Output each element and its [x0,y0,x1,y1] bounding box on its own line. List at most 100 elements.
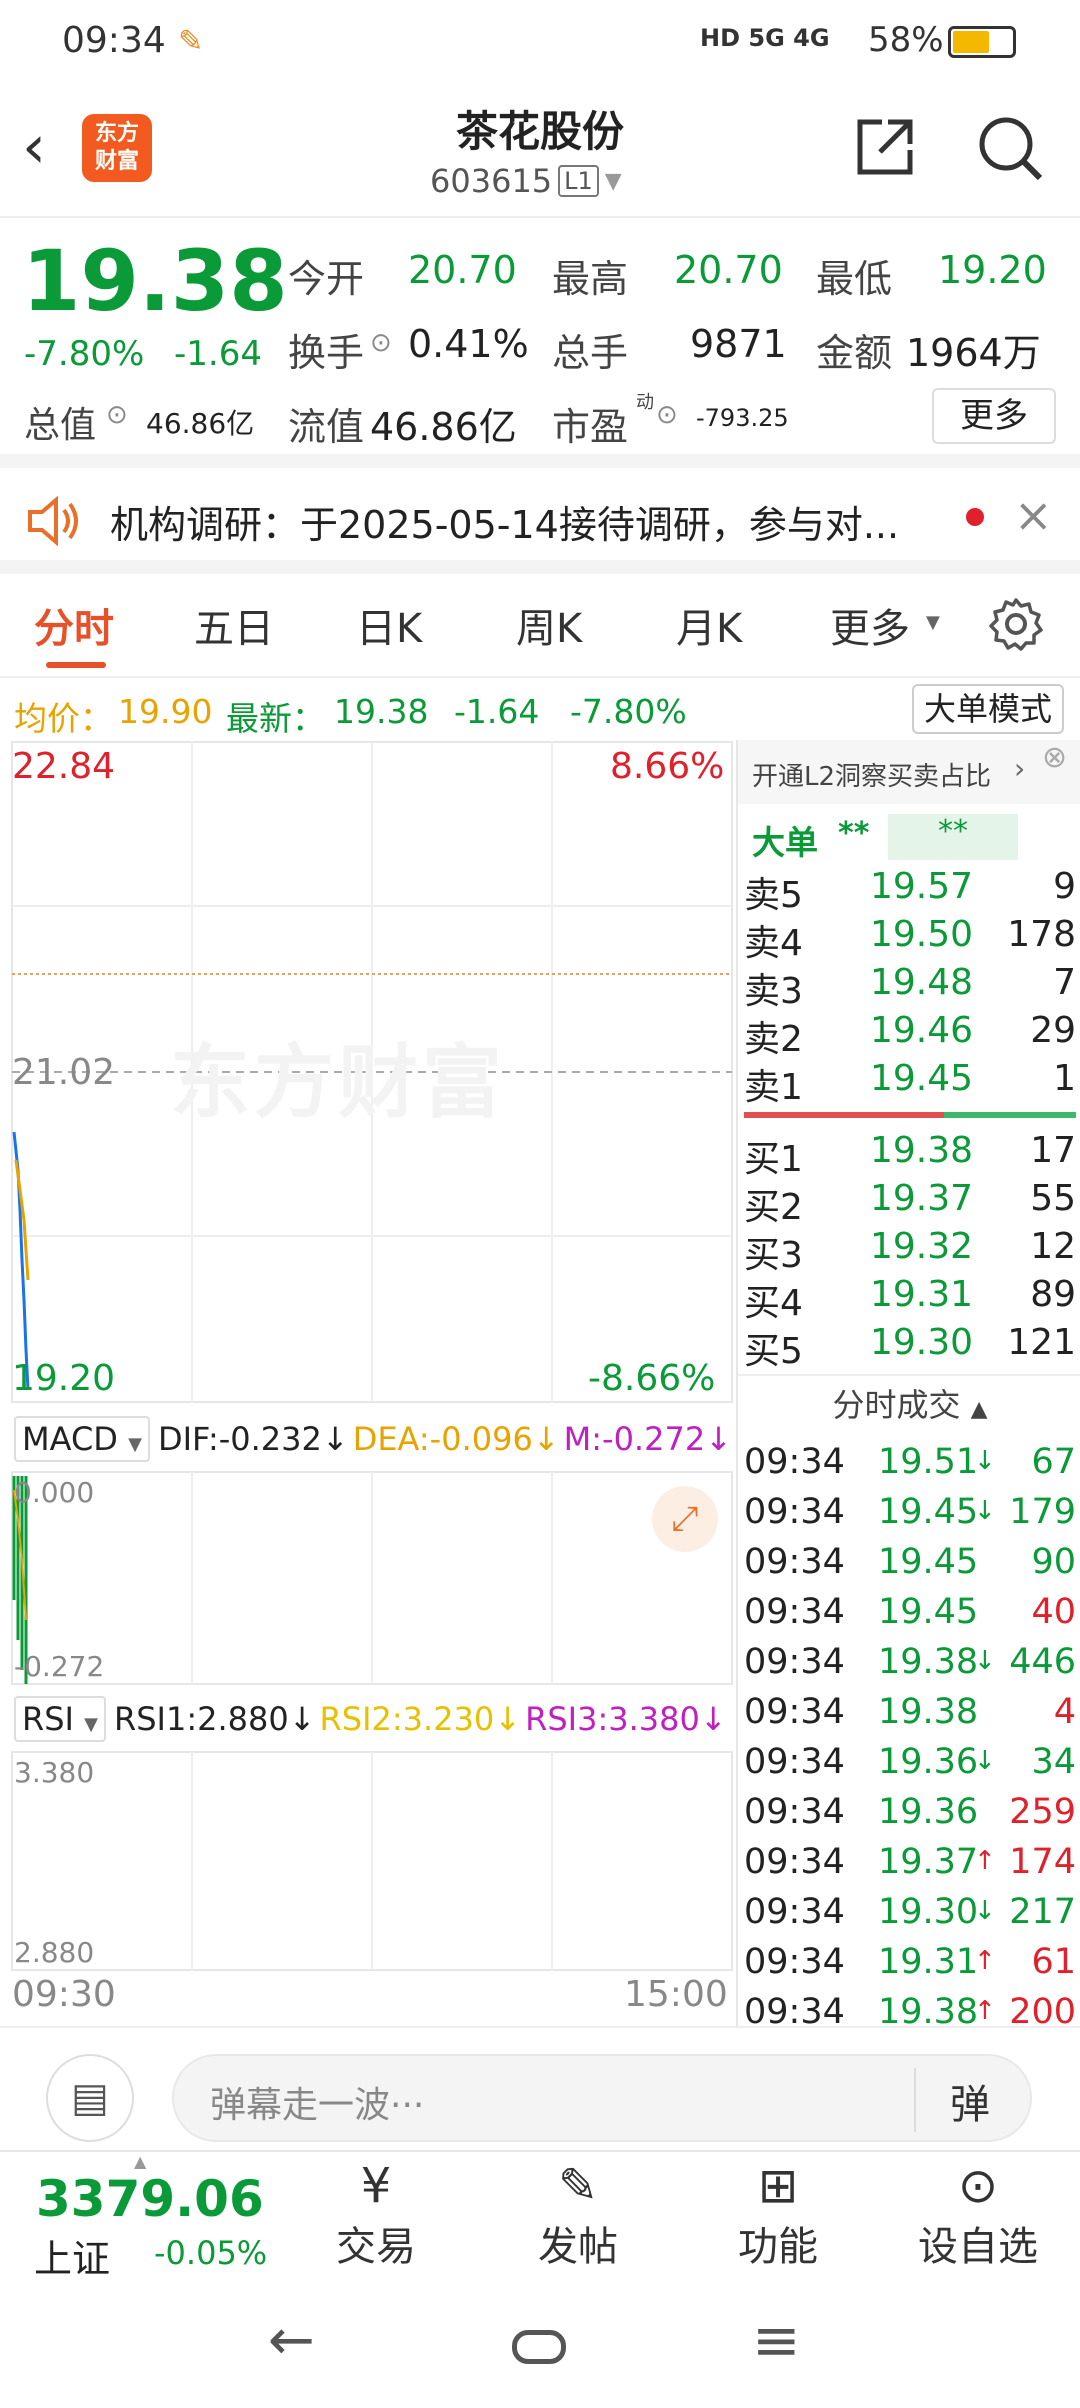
tick-row: 09:34 19.37 ↑ 174 [738,1842,1080,1892]
system-back-icon[interactable]: ← [268,2308,315,2373]
tick-volume: 174 [1009,1842,1076,1882]
tick-time: 09:34 [744,1742,845,1782]
tick-row: 09:34 19.45 90 [738,1542,1080,1592]
intraday-chart[interactable]: 22.84 8.66% 21.02 东方财富 19.20 -8.66% MACD… [0,740,736,2026]
ask-row-3: 卖3 19.48 7 [738,962,1080,1012]
nav-post[interactable]: ✎ 发帖 [508,2152,648,2272]
rsi-axis-top: 3.380 [14,1756,95,1789]
ask-volume: 9 [1053,866,1076,907]
chart-tabs: 分时 五日 日K 周K 月K 更多 ▼ [0,574,1080,678]
tab-timeshare[interactable]: 分时 [34,596,114,654]
index-ticker[interactable]: ▲ 3379.06 上证 -0.05% [0,2152,300,2282]
ask-row-4: 卖4 19.50 178 [738,914,1080,964]
tick-direction-icon: ↓ [974,1646,996,1676]
watermark: 东方财富 [170,1036,506,1129]
tab-more[interactable]: 更多 [830,596,910,654]
search-icon[interactable] [974,112,1046,184]
quote-panel: 19.38 -7.80% -1.64 今开 20.70 最高 20.70 最低 … [0,218,1080,468]
amount-label: 金额 [816,331,893,375]
battery-percent: 58% [868,20,944,60]
notice-bar[interactable]: 机构调研：于2025-05-14接待调研，参与对... × [0,468,1080,574]
pct-axis-top: 8.66% [610,746,725,787]
nav-post-label: 发帖 [538,2224,618,2270]
share-icon[interactable] [852,114,918,180]
sell-ratio-bar [744,1112,944,1118]
ticks-title[interactable]: 分时成交 ▲ [738,1380,1080,1426]
ask-price: 19.48 [870,962,974,1003]
ask-row-2: 卖2 19.46 29 [738,1010,1080,1060]
ask-volume: 1 [1053,1058,1076,1099]
tick-volume: 90 [1031,1542,1076,1582]
pe-value: -793.25 [696,404,789,432]
volume-label: 总手 [552,331,629,375]
big-order-v1: ** [838,816,870,851]
tick-price: 19.45 [878,1592,979,1632]
tick-volume: 179 [1009,1492,1076,1532]
tick-volume: 61 [1031,1942,1076,1982]
tab-day-k[interactable]: 日K [356,596,422,654]
trade-icon: ¥ [360,2158,392,2214]
macd-selector[interactable]: MACD ▼ [14,1416,150,1462]
bid-row-2: 买2 19.37 55 [738,1178,1080,1228]
expand-icon[interactable]: ⤢ [652,1486,718,1552]
open-label: 今开 [288,257,365,301]
chevron-right-icon: › [1014,752,1026,785]
stock-code-row[interactable]: 603615 L1 ▼ [430,162,622,200]
danmu-settings-icon[interactable]: ▤ [46,2054,134,2142]
system-home-icon[interactable] [512,2330,566,2364]
info-icon[interactable]: ⊙ [656,400,678,430]
bid-volume: 12 [1030,1226,1076,1267]
bid-volume: 17 [1030,1130,1076,1171]
tick-volume: 67 [1031,1442,1076,1482]
nav-trade[interactable]: ¥ 交易 [306,2152,446,2272]
more-button[interactable]: 更多 [932,388,1056,444]
divider [914,2068,916,2132]
big-order-mode-button[interactable]: 大单模式 [912,684,1064,734]
macd-dif: DIF:-0.232 [157,1420,322,1458]
notice-text: 机构调研：于2025-05-14接待调研，参与对... [110,503,900,547]
open-value: 20.70 [408,248,517,292]
status-time: 09:34 [62,20,166,61]
ask-label: 卖1 [744,1067,803,1108]
more-dots-icon: ⊙ [957,2158,999,2214]
tick-row: 09:34 19.38 ↓ 446 [738,1642,1080,1692]
macd-axis-top: 0.000 [14,1476,95,1509]
signal-icons: HD 5G 4G [700,24,830,52]
tick-time: 09:34 [744,1592,845,1632]
avg-price-bar: 均价： 19.90 最新： 19.38 -1.64 -7.80% 大单模式 [0,680,1080,740]
rsi-selector[interactable]: RSI ▼ [14,1696,106,1742]
danmu-toggle[interactable]: 弹 [950,2072,990,2130]
bid-label: 买1 [744,1139,803,1180]
tick-time: 09:34 [744,1842,845,1882]
tab-week-k[interactable]: 周K [516,596,582,654]
tick-time: 09:34 [744,1892,845,1932]
latest-label: 最新： [226,699,325,738]
system-nav-bar: ← ≡ [0,2280,1080,2408]
nav-trade-label: 交易 [336,2224,416,2270]
nav-functions[interactable]: ⊞ 功能 [708,2152,848,2272]
high-value: 20.70 [674,248,783,292]
tab-month-k[interactable]: 月K [676,596,742,654]
info-icon[interactable]: ⊙ [370,328,392,358]
tick-price: 19.31 [878,1942,979,1982]
tick-price: 19.51 [878,1442,979,1482]
ask-price: 19.50 [870,914,974,955]
tab-indicator [46,662,106,668]
ask-label: 卖3 [744,971,803,1012]
system-menu-icon[interactable]: ≡ [752,2306,801,2374]
comment-input[interactable]: 弹幕走一波··· 弹 [172,2054,1032,2142]
close-icon[interactable]: ⊗ [1042,740,1067,775]
tick-volume: 217 [1009,1892,1076,1932]
latest-value: 19.38 [334,692,429,731]
low-label: 最低 [816,257,893,301]
info-icon[interactable]: ⊙ [106,400,128,430]
tick-price: 19.30 [878,1892,979,1932]
stock-name: 茶花股份 [455,107,624,156]
l2-promo[interactable]: 开通L2洞察买卖占比 › ⊗ [738,740,1080,804]
gear-icon[interactable] [988,596,1044,652]
tab-five-day[interactable]: 五日 [194,596,274,654]
y-axis-top: 22.84 [12,746,116,787]
nav-add-favorite[interactable]: ⊙ 设自选 [908,2152,1048,2272]
close-icon[interactable]: × [1014,488,1053,542]
tick-price: 19.45 [878,1492,979,1532]
